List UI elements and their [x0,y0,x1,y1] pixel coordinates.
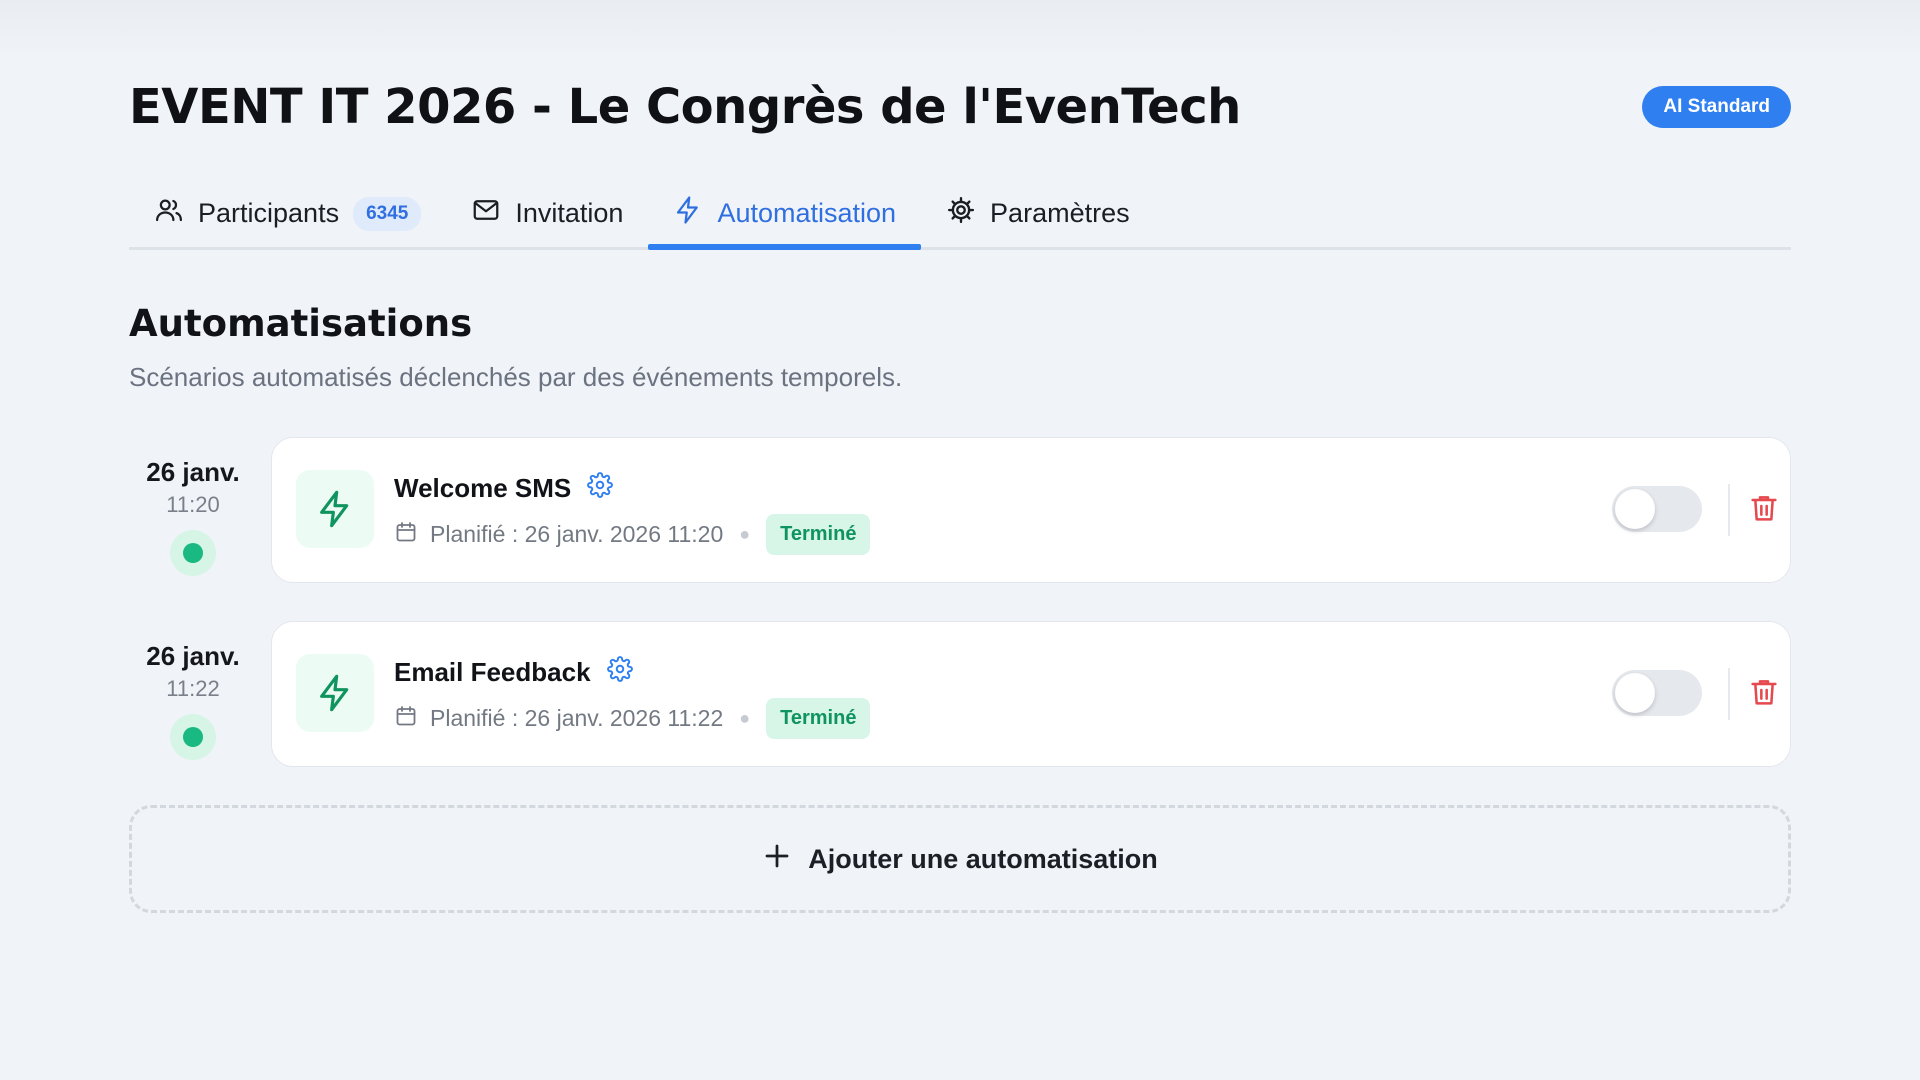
calendar-icon [394,520,418,550]
tab-participants-label: Participants [198,198,340,228]
delete-button[interactable] [1744,490,1784,530]
trash-icon [1748,676,1780,713]
status-badge: Terminé [766,698,871,739]
automation-card[interactable]: Email Feedback Planifié : 26 janv. 2026 … [271,621,1791,767]
enable-toggle[interactable] [1612,670,1702,716]
users-icon [154,195,184,232]
zap-icon [296,470,374,548]
automation-row: 26 janv. 11:20 Welcome SMS Planifié: 26… [129,437,1791,583]
automation-name-text: Welcome SMS [394,473,572,503]
tab-parametres[interactable]: Paramètres [921,180,1155,247]
tab-participants[interactable]: Participants 6345 [129,180,446,247]
mail-icon [471,195,501,232]
timeline-time: 11:22 [166,676,220,701]
status-badge: Terminé [766,514,871,555]
page-header: EVENT IT 2026 - Le Congrès de l'EvenTech… [129,72,1791,142]
timeline-date: 26 janv. [146,641,240,671]
automation-name-text: Email Feedback [394,657,591,687]
plus-icon [762,841,792,878]
timeline-status-dot [170,530,216,576]
page: EVENT IT 2026 - Le Congrès de l'EvenTech… [0,0,1920,1080]
automation-name: Welcome SMS [394,472,614,505]
zap-icon [296,654,374,732]
tab-parametres-label: Paramètres [990,198,1130,228]
tab-invitation-label: Invitation [515,198,624,228]
participants-count-badge: 6345 [353,196,422,231]
meta-separator-dot: ● [739,524,751,544]
settings-gear-icon[interactable] [587,472,614,505]
settings-gear-icon[interactable] [606,656,633,689]
scheduled-text: Planifié : 26 janv. 2026 11:22 [430,705,724,731]
tab-bar: Participants 6345 Invitation Automatisat… [129,180,1791,250]
gear-icon [946,195,976,232]
tab-invitation[interactable]: Invitation [446,180,648,247]
timeline-date: 26 janv. [146,457,240,487]
section-title: Automatisations [129,302,473,345]
divider [1728,668,1730,720]
trash-icon [1748,492,1780,529]
tab-automatisation-label: Automatisation [717,198,897,228]
automation-meta: Planifié : 26 janv. 2026 11:22 ● Terminé [394,698,871,739]
timeline-marker: 26 janv. 11:20 [129,457,257,576]
timeline-marker: 26 janv. 11:22 [129,641,257,760]
section-subtitle: Scénarios automatisés déclenchés par des… [129,362,903,392]
scheduled-text: Planifié : 26 janv. 2026 11:20 [430,521,724,547]
timeline-time: 11:20 [166,492,220,517]
divider [1728,484,1730,536]
add-automation-button[interactable]: Ajouter une automatisation [129,805,1791,913]
tab-automatisation[interactable]: Automatisation [648,180,921,250]
meta-separator-dot: ● [739,708,751,728]
page-title: EVENT IT 2026 - Le Congrès de l'EvenTech [129,79,1241,135]
timeline-status-dot [170,714,216,760]
zap-icon [673,195,703,232]
plan-badge: AI Standard [1642,86,1791,128]
automation-name: Email Feedback [394,656,633,689]
automation-card[interactable]: Welcome SMS Planifié : 26 janv. 2026 11:… [271,437,1791,583]
automation-row: 26 janv. 11:22 Email Feedback Planifié:… [129,621,1791,767]
calendar-icon [394,704,418,734]
automation-meta: Planifié : 26 janv. 2026 11:20 ● Terminé [394,514,871,555]
add-automation-label: Ajouter une automatisation [808,843,1158,874]
delete-button[interactable] [1744,674,1784,714]
enable-toggle[interactable] [1612,486,1702,532]
